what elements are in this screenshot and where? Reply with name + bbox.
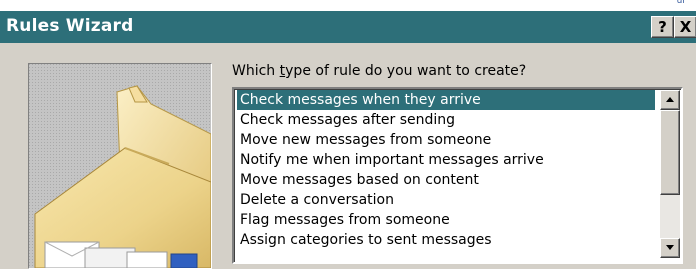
vertical-scrollbar[interactable] (660, 90, 680, 258)
list-item[interactable]: Move new messages from someone (237, 130, 655, 150)
folder-illustration (28, 63, 212, 269)
list-item[interactable]: Check messages after sending (237, 110, 655, 130)
rules-wizard-dialog: Rules Wizard ? X Which type of rule do y… (0, 10, 696, 269)
close-button[interactable]: X (674, 16, 696, 38)
list-item[interactable]: Assign categories to sent messages (237, 230, 655, 250)
list-item[interactable]: Delete a conversation (237, 190, 655, 210)
list-item[interactable]: Notify me when important messages arrive (237, 150, 655, 170)
background-window-text: ur (676, 0, 686, 6)
prompt-text-after: ype of rule do you want to create? (285, 63, 527, 79)
scroll-up-button[interactable] (660, 90, 680, 110)
prompt-text-before: Which (232, 63, 280, 79)
scroll-thumb[interactable] (660, 110, 680, 195)
window-title: Rules Wizard (6, 16, 134, 36)
background-window-strip: ur (0, 0, 696, 10)
folder-with-envelopes-image (29, 64, 211, 268)
title-bar[interactable]: Rules Wizard ? X (0, 11, 696, 43)
rule-type-list: Check messages when they arrive Check me… (237, 90, 655, 250)
rule-type-listbox[interactable]: Check messages when they arrive Check me… (232, 87, 683, 264)
down-arrow-icon (666, 245, 674, 250)
list-item[interactable]: Move messages based on content (237, 170, 655, 190)
scroll-down-button[interactable] (660, 238, 680, 258)
up-arrow-icon (666, 97, 674, 102)
list-item[interactable]: Flag messages from someone (237, 210, 655, 230)
help-button[interactable]: ? (651, 16, 674, 38)
rule-type-prompt: Which type of rule do you want to create… (232, 63, 526, 79)
list-item[interactable]: Check messages when they arrive (237, 90, 655, 110)
